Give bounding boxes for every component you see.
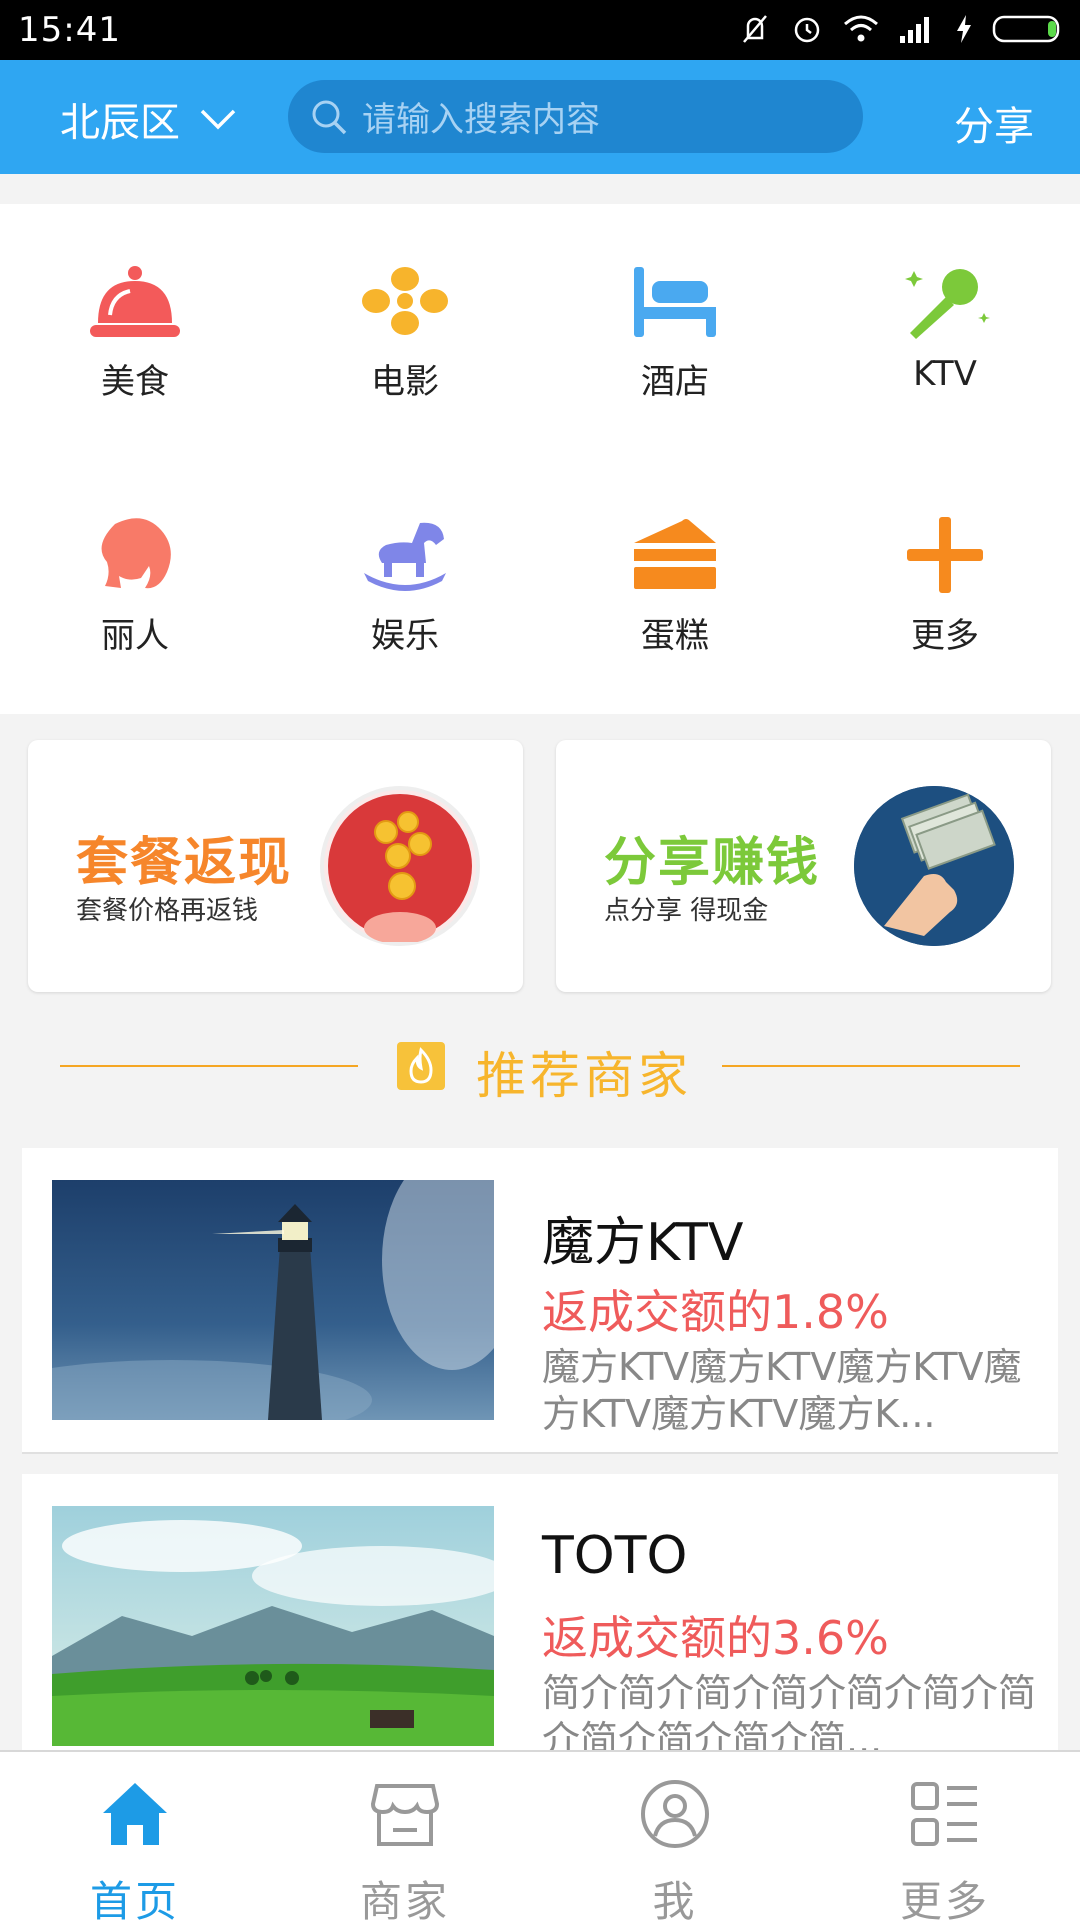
search-icon xyxy=(312,100,347,134)
district-label: 北辰区 xyxy=(60,100,180,146)
category-food[interactable]: 美食 xyxy=(0,256,270,426)
user-icon xyxy=(641,1780,709,1848)
merchant-name: 魔方KTV xyxy=(542,1213,744,1273)
merchant-thumbnail-landscape xyxy=(52,1506,494,1746)
alarm-icon xyxy=(794,17,820,43)
food-cloche-icon xyxy=(90,266,180,337)
signal-icon xyxy=(900,17,929,43)
tab-home[interactable]: 首页 xyxy=(0,1752,270,1920)
section-title: 推荐商家 xyxy=(476,1047,692,1105)
category-movie[interactable]: 电影 xyxy=(270,256,540,426)
category-label: 丽人 xyxy=(101,616,169,656)
app-header: 北辰区 请输入搜索内容 分享 xyxy=(0,60,1080,174)
shop-icon xyxy=(370,1784,440,1846)
category-label: 娱乐 xyxy=(371,616,439,656)
category-label: 电影 xyxy=(371,362,439,402)
flame-icon xyxy=(397,1042,445,1090)
category-ktv[interactable]: KTV xyxy=(810,256,1080,426)
wifi-icon xyxy=(844,15,878,42)
recommended-section-header: 推荐商家 xyxy=(0,1030,1080,1105)
status-time: 15:41 xyxy=(18,10,121,50)
share-button[interactable]: 分享 xyxy=(954,94,1034,152)
category-hotel[interactable]: 酒店 xyxy=(540,256,810,426)
tab-label: 更多 xyxy=(899,1877,990,1920)
coin-piggy-image xyxy=(320,786,480,946)
search-placeholder: 请输入搜索内容 xyxy=(362,100,600,140)
rocking-horse-icon xyxy=(364,522,446,591)
microphone-icon xyxy=(905,269,990,339)
merchant-item[interactable]: 魔方KTV 返成交额的1.8% 魔方KTV魔方KTV魔方KTV魔方KTV魔方KT… xyxy=(22,1148,1058,1454)
category-cake[interactable]: 蛋糕 xyxy=(540,510,810,680)
merchant-rebate: 返成交额的3.6% xyxy=(542,1611,889,1665)
charging-icon xyxy=(957,15,971,43)
merchant-name: TOTO xyxy=(542,1526,688,1586)
category-grid: 美食 电影 酒店 KTV 丽人 娱乐 蛋糕 更多 xyxy=(0,204,1080,714)
tab-label: 首页 xyxy=(89,1877,180,1920)
status-bar: 15:41 xyxy=(0,0,1080,60)
tab-merchants[interactable]: 商家 xyxy=(270,1752,540,1920)
mute-icon xyxy=(743,15,767,43)
cake-icon xyxy=(634,519,716,589)
movie-flower-icon xyxy=(362,267,448,335)
category-beauty[interactable]: 丽人 xyxy=(0,510,270,680)
merchant-item[interactable]: TOTO 返成交额的3.6% 简介简介简介简介简介简介简介简介简介简介简... xyxy=(22,1474,1058,1780)
search-input[interactable]: 请输入搜索内容 xyxy=(288,80,863,153)
promo-card-cashback[interactable]: 套餐返现 套餐价格再返钱 xyxy=(28,740,523,992)
district-selector[interactable]: 北辰区 xyxy=(60,90,238,148)
divider-right xyxy=(722,1065,1020,1067)
category-label: 美食 xyxy=(101,362,169,402)
promo-subtitle: 点分享 得现金 xyxy=(604,896,769,926)
plus-icon xyxy=(907,517,983,593)
chevron-down-icon xyxy=(200,109,236,130)
category-label: 更多 xyxy=(911,616,979,656)
merchant-thumbnail-lighthouse xyxy=(52,1180,494,1420)
tab-more[interactable]: 更多 xyxy=(810,1752,1080,1920)
beauty-woman-icon xyxy=(101,518,171,589)
hotel-bed-icon xyxy=(634,267,716,337)
promo-title: 套餐返现 xyxy=(76,833,293,893)
promo-card-share-earn[interactable]: 分享赚钱 点分享 得现金 xyxy=(556,740,1051,992)
promo-title: 分享赚钱 xyxy=(604,833,821,893)
category-label: 酒店 xyxy=(641,362,709,402)
merchant-rebate: 返成交额的1.8% xyxy=(542,1285,889,1339)
tab-label: 我 xyxy=(652,1877,698,1920)
home-icon xyxy=(103,1783,167,1845)
tab-me[interactable]: 我 xyxy=(540,1752,810,1920)
merchant-description: 魔方KTV魔方KTV魔方KTV魔方KTV魔方KTV魔方K... xyxy=(542,1345,1022,1436)
tab-label: 商家 xyxy=(359,1877,450,1920)
bottom-nav: 首页 商家 我 更多 xyxy=(0,1750,1080,1920)
battery-icon xyxy=(992,15,1060,43)
promo-subtitle: 套餐价格再返钱 xyxy=(76,896,259,926)
list-icon xyxy=(911,1782,977,1846)
category-label: 蛋糕 xyxy=(641,616,709,656)
category-label: KTV xyxy=(913,354,977,394)
divider-left xyxy=(60,1065,358,1067)
category-more[interactable]: 更多 xyxy=(810,510,1080,680)
category-entertainment[interactable]: 娱乐 xyxy=(270,510,540,680)
cash-hand-image xyxy=(854,786,1014,946)
